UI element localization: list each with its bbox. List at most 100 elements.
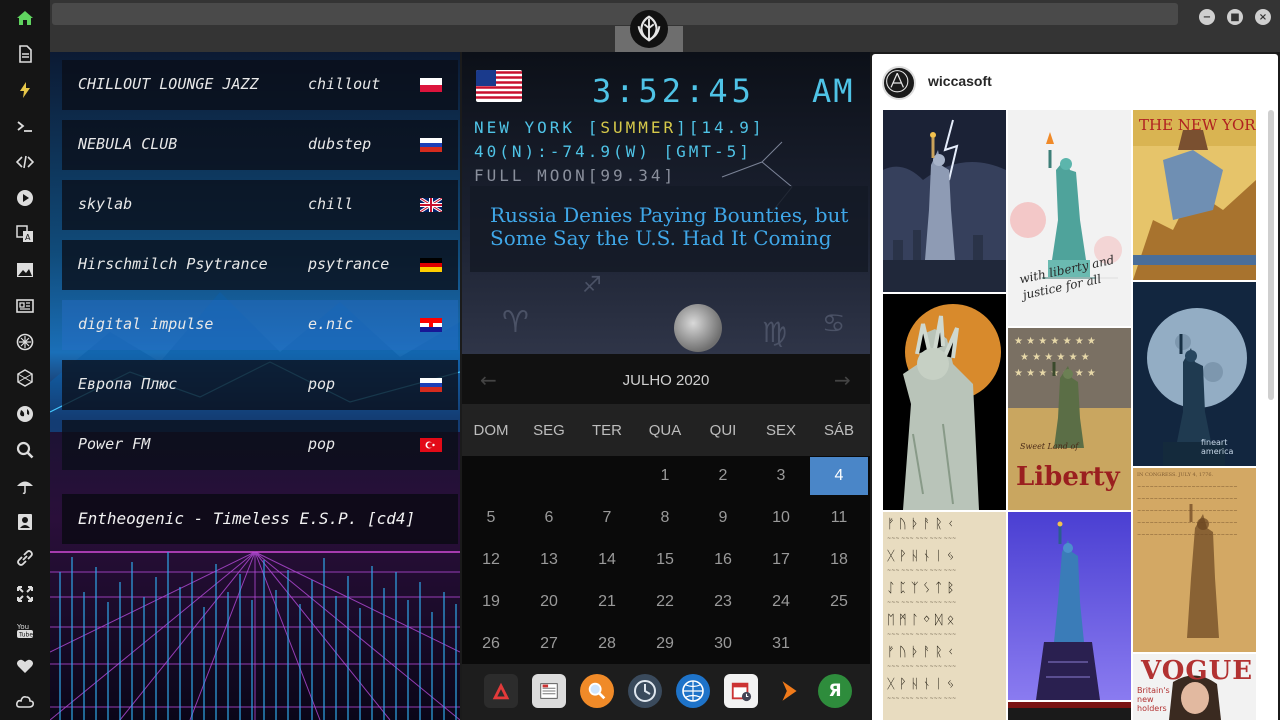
contact-icon[interactable] <box>13 510 37 534</box>
tile-caption: THE NEW YORKER <box>1139 116 1256 134</box>
station-row[interactable]: Европа Плюс pop <box>62 360 458 410</box>
station-row[interactable]: digital impulse e.nic <box>62 300 458 350</box>
calendar-day[interactable]: 11 <box>810 499 868 537</box>
search-app-icon[interactable] <box>580 674 614 708</box>
calendar-day[interactable]: 21 <box>578 583 636 621</box>
chevron-right-icon[interactable]: → <box>834 368 851 392</box>
svg-text:♐: ♐ <box>582 273 602 298</box>
weekday-label: QUI <box>709 422 737 439</box>
calendar-day[interactable]: 6 <box>520 499 578 537</box>
station-row[interactable]: skylab chill <box>62 180 458 230</box>
calendar-day[interactable]: 22 <box>636 583 694 621</box>
tile-caption: Liberty <box>1016 462 1120 492</box>
gallery-image[interactable]: ★ ★ ★ ★ ★ ★ ★★ ★ ★ ★ ★ ★★ ★ ★ ★ ★ ★ ★ Sw… <box>1008 328 1131 510</box>
now-playing-bar[interactable]: Entheogenic - Timeless E.S.P. [cd4] <box>62 494 458 544</box>
calendar-day[interactable]: 31 <box>752 625 810 663</box>
station-row[interactable]: Hirschmilch Psytrance psytrance <box>62 240 458 290</box>
calendar-day[interactable]: 20 <box>520 583 578 621</box>
calendar-day[interactable]: 13 <box>520 541 578 579</box>
calendar-day[interactable]: 14 <box>578 541 636 579</box>
settings-wheel-icon[interactable] <box>13 330 37 354</box>
gallery-image[interactable]: IN CONGRESS. JULY 4, 1776. ~~~~~~~~~~~~~~… <box>1133 468 1256 652</box>
calendar-day[interactable]: 7 <box>578 499 636 537</box>
heart-icon[interactable] <box>13 654 37 678</box>
calendar-day[interactable]: 30 <box>694 625 752 663</box>
svg-text:ᛖ ᛗ ᛚ ᛜ ᛞ ᛟ: ᛖ ᛗ ᛚ ᛜ ᛞ ᛟ <box>887 613 954 628</box>
calendar-day[interactable]: 23 <box>694 583 752 621</box>
gallery-image[interactable]: with liberty and justice for all <box>1008 110 1131 326</box>
minimize-button[interactable]: − <box>1199 9 1215 25</box>
translate-icon[interactable]: A <box>13 222 37 246</box>
calendar-app-icon[interactable] <box>532 674 566 708</box>
document-icon[interactable] <box>13 42 37 66</box>
station-row[interactable]: CHILLOUT LOUNGE JAZZ chillout <box>62 60 458 110</box>
gallery-image[interactable] <box>1008 512 1131 700</box>
image-icon[interactable] <box>13 258 37 282</box>
gallery-image[interactable]: THE NEW YORKER <box>1133 110 1256 280</box>
weekday-row: DOM SEG TER QUA QUI SEX SÁB <box>462 404 870 456</box>
calendar-day[interactable]: 15 <box>636 541 694 579</box>
calendar-day[interactable]: 5 <box>462 499 520 537</box>
gallery-image[interactable] <box>1008 702 1131 720</box>
gallery-image[interactable] <box>883 110 1006 292</box>
globe-icon[interactable] <box>13 402 37 426</box>
play-icon[interactable] <box>13 186 37 210</box>
calendar-day[interactable]: 9 <box>694 499 752 537</box>
lightning-icon[interactable] <box>13 78 37 102</box>
yandex-icon[interactable]: Я <box>818 674 852 708</box>
gallery-header: wiccasoft <box>872 54 1278 110</box>
gallery-username[interactable]: wiccasoft <box>928 73 992 89</box>
calendar-day[interactable]: 29 <box>636 625 694 663</box>
calendar-day[interactable]: 10 <box>752 499 810 537</box>
code-icon[interactable] <box>13 150 37 174</box>
svg-text:You: You <box>16 623 29 631</box>
browser-icon[interactable] <box>676 674 710 708</box>
calendar-day[interactable]: 3 <box>752 457 810 495</box>
calendar-day[interactable]: 18 <box>810 541 868 579</box>
terminal-icon[interactable] <box>13 114 37 138</box>
calendar-day[interactable]: 24 <box>752 583 810 621</box>
arrow-app-icon[interactable] <box>772 674 806 708</box>
expand-icon[interactable] <box>13 582 37 606</box>
umbrella-icon[interactable] <box>13 474 37 498</box>
gallery-image[interactable]: fineart america <box>1133 282 1256 466</box>
app-a-icon[interactable] <box>484 674 518 708</box>
maximize-button[interactable]: ■ <box>1227 9 1243 25</box>
scrollbar[interactable] <box>1268 110 1274 400</box>
calendar-day[interactable]: 19 <box>462 583 520 621</box>
calendar-day[interactable]: 2 <box>694 457 752 495</box>
cloud-icon[interactable] <box>13 690 37 714</box>
schedule-icon[interactable] <box>724 674 758 708</box>
calendar-day[interactable]: 16 <box>694 541 752 579</box>
calendar-day[interactable]: 27 <box>520 625 578 663</box>
calendar-day-today[interactable]: 4 <box>810 457 868 495</box>
desktop: A You Tube − ■ × CHILLOUT LOUNGE JAZZ ch… <box>0 0 1280 720</box>
station-name: CHILLOUT LOUNGE JAZZ <box>78 75 259 93</box>
station-row[interactable]: Power FM pop <box>62 420 458 470</box>
gallery-image[interactable]: VOGUE Britain's new holders <box>1133 654 1256 720</box>
gallery-image[interactable]: ᚠ ᚢ ᚦ ᚨ ᚱ ᚲ ᚷ ᚹ ᚺ ᚾ ᛁ ᛃ ᛇ ᛈ ᛉ ᛊ ᛏ ᛒ ᛖ ᛗ ᛚ ᛜ… <box>883 512 1006 720</box>
calendar-day[interactable]: 26 <box>462 625 520 663</box>
calendar-day[interactable]: 28 <box>578 625 636 663</box>
home-icon[interactable] <box>13 6 37 30</box>
clock-app-icon[interactable] <box>628 674 662 708</box>
tile-caption: fineart america <box>1201 438 1234 456</box>
hexagon-icon[interactable] <box>13 366 37 390</box>
avatar[interactable] <box>882 66 916 100</box>
link-icon[interactable] <box>13 546 37 570</box>
news-ticker[interactable]: Russia Denies Paying Bounties, but Some … <box>470 186 868 272</box>
calendar-day[interactable]: 8 <box>636 499 694 537</box>
news-icon[interactable] <box>13 294 37 318</box>
calendar-day[interactable]: 17 <box>752 541 810 579</box>
news-headline[interactable]: Russia Denies Paying Bounties, but Some … <box>490 204 860 250</box>
calendar-day[interactable]: 25 <box>810 583 868 621</box>
address-bar[interactable] <box>52 3 1178 25</box>
calendar-day[interactable]: 12 <box>462 541 520 579</box>
gallery-image[interactable] <box>883 294 1006 510</box>
youtube-icon[interactable]: You Tube <box>13 618 37 642</box>
germany-flag-icon <box>420 258 442 272</box>
close-button[interactable]: × <box>1255 9 1271 25</box>
search-icon[interactable] <box>13 438 37 462</box>
calendar-day[interactable]: 1 <box>636 457 694 495</box>
station-row[interactable]: NEBULA CLUB dubstep <box>62 120 458 170</box>
